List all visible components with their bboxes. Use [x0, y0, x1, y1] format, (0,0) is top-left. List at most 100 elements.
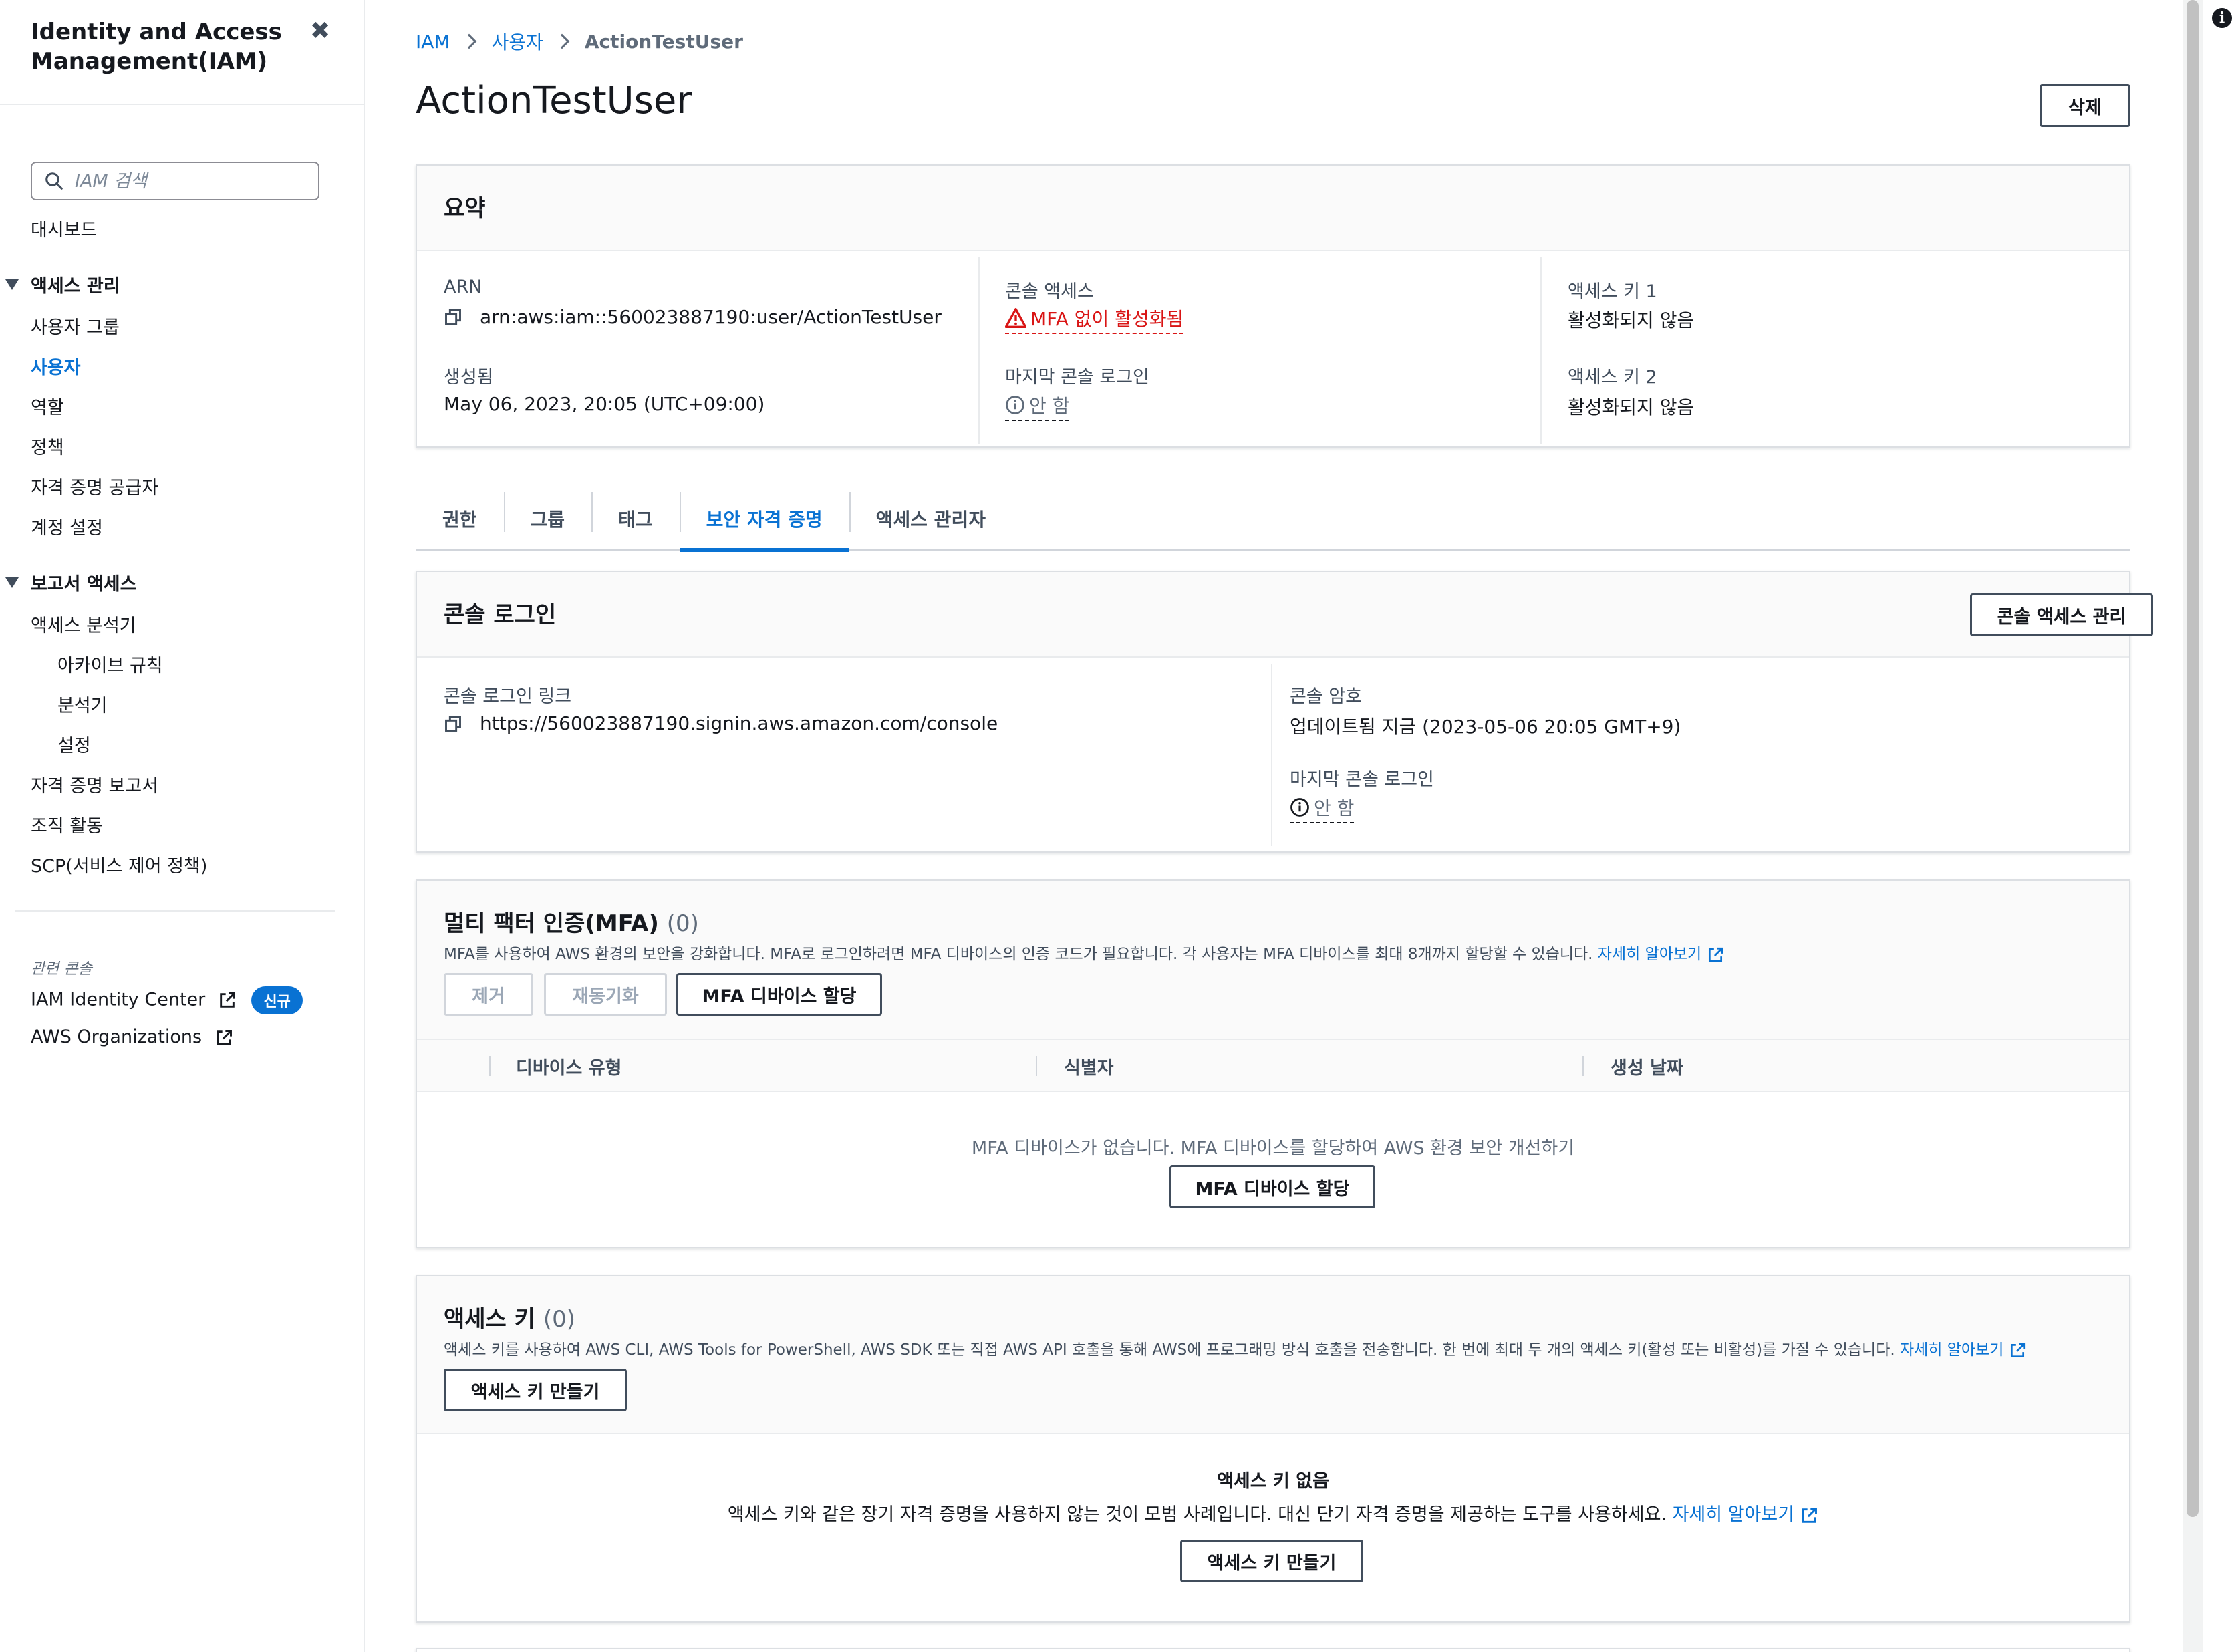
- console-login-title: 콘솔 로그인: [444, 601, 557, 628]
- scrollbar-thumb[interactable]: [2187, 0, 2199, 1517]
- resync-mfa-button[interactable]: 재동기화: [544, 973, 667, 1016]
- column-device-type[interactable]: 디바이스 유형: [516, 1053, 621, 1079]
- sidebar-section-access-management[interactable]: 액세스 관리: [5, 271, 120, 297]
- mfa-description-text: MFA를 사용하여 AWS 환경의 보안을 강화합니다. MFA로 로그인하려면…: [444, 946, 1593, 963]
- sidebar-link-iam-identity-center[interactable]: IAM Identity Center 신규: [31, 986, 303, 1014]
- sidebar-item-archive-rules[interactable]: 아카이브 규칙: [57, 651, 163, 677]
- tab-permissions[interactable]: 권한: [416, 487, 504, 551]
- remove-mfa-button[interactable]: 제거: [444, 973, 533, 1016]
- console-password-label: 콘솔 암호: [1290, 686, 1362, 707]
- console-login-container: 콘솔 로그인 콘솔 액세스 관리 콘솔 로그인 링크 https://56002…: [416, 571, 2153, 853]
- info-icon: [1006, 396, 1024, 414]
- sidebar-item-roles[interactable]: 역할: [31, 393, 64, 419]
- new-badge: 신규: [251, 986, 303, 1014]
- search-icon: [45, 172, 63, 190]
- page-title: ActionTestUser: [416, 79, 692, 122]
- column-created-date[interactable]: 생성 날짜: [1611, 1053, 1683, 1079]
- tab-bar: 권한 그룹 태그 보안 자격 증명 액세스 관리자: [416, 487, 2130, 552]
- access-keys-empty-text-body: 액세스 키와 같은 장기 자격 증명을 사용하지 않는 것이 모범 사례입니다.…: [727, 1504, 1667, 1525]
- sidebar: Identity and Access Management(IAM) ✖ 대시…: [0, 0, 365, 1652]
- mfa-learn-more-link[interactable]: 자세히 알아보기: [1598, 946, 1724, 963]
- access-keys-empty-text: 액세스 키와 같은 장기 자격 증명을 사용하지 않는 것이 모범 사례입니다.…: [417, 1500, 2129, 1526]
- assign-mfa-button[interactable]: MFA 디바이스 할당: [676, 973, 882, 1016]
- external-link-icon: [220, 992, 235, 1008]
- last-login-status[interactable]: 안 함: [1005, 392, 1070, 421]
- summary-header: 요약: [417, 166, 2129, 251]
- console-link-text: https://560023887190.signin.aws.amazon.c…: [480, 712, 998, 734]
- sidebar-item-analyzers[interactable]: 분석기: [57, 691, 108, 717]
- related-consoles-label: 관련 콘솔: [31, 960, 92, 978]
- create-access-key-empty-button[interactable]: 액세스 키 만들기: [1180, 1540, 1363, 1582]
- arn-text: arn:aws:iam::560023887190:user/ActionTes…: [480, 306, 942, 328]
- access-keys-empty-title: 액세스 키 없음: [1217, 1471, 1329, 1492]
- main-content: IAM 사용자 ActionTestUser ActionTestUser 삭제…: [365, 0, 2183, 1652]
- sidebar-link-aws-organizations[interactable]: AWS Organizations: [31, 1026, 233, 1047]
- breadcrumb-iam[interactable]: IAM: [416, 31, 450, 53]
- copy-icon[interactable]: [444, 714, 462, 733]
- external-link-icon: [216, 1029, 232, 1045]
- console-last-login-status[interactable]: 안 함: [1290, 794, 1355, 823]
- sidebar-item-organization-activity[interactable]: 조직 활동: [31, 811, 103, 837]
- console-login-header: 콘솔 로그인 콘솔 액세스 관리: [417, 572, 2153, 658]
- link-label: AWS Organizations: [31, 1026, 202, 1047]
- console-access-status[interactable]: MFA 없이 활성화됨: [1005, 305, 1184, 334]
- sidebar-section-reports[interactable]: 보고서 액세스: [5, 569, 136, 595]
- section-label: 보고서 액세스: [31, 574, 137, 595]
- sidebar-item-access-analyzer[interactable]: 액세스 분석기: [31, 611, 136, 637]
- access-keys-empty-learn-more-link[interactable]: 자세히 알아보기: [1673, 1504, 1818, 1525]
- scrollbar[interactable]: [2183, 0, 2203, 1652]
- console-last-login-value[interactable]: 안 함: [1290, 794, 1355, 823]
- sidebar-item-identity-providers[interactable]: 자격 증명 공급자: [31, 473, 158, 499]
- copy-icon[interactable]: [444, 308, 462, 327]
- console-link-value: https://560023887190.signin.aws.amazon.c…: [438, 712, 998, 734]
- column-divider: [978, 257, 980, 444]
- chevron-right-icon: [461, 33, 476, 49]
- tab-security-credentials[interactable]: 보안 자격 증명: [679, 487, 849, 552]
- mfa-description: MFA를 사용하여 AWS 환경의 보안을 강화합니다. MFA로 로그인하려면…: [444, 941, 1724, 964]
- mfa-header: 멀티 팩터 인증(MFA) (0) MFA를 사용하여 AWS 환경의 보안을 …: [417, 881, 2129, 1039]
- sidebar-item-policies[interactable]: 정책: [31, 433, 64, 459]
- tab-tags[interactable]: 태그: [591, 487, 680, 551]
- section-label: 액세스 관리: [31, 276, 120, 297]
- sidebar-title[interactable]: Identity and Access Management(IAM): [31, 17, 298, 76]
- access-key-1-value: 활성화되지 않음: [1568, 309, 1695, 331]
- console-access-value[interactable]: MFA 없이 활성화됨: [1005, 305, 1184, 334]
- last-login-label: 마지막 콘솔 로그인: [1005, 367, 1149, 388]
- sidebar-item-account-settings[interactable]: 계정 설정: [31, 513, 103, 539]
- caret-down-icon: [5, 577, 19, 588]
- sidebar-search[interactable]: [31, 162, 319, 200]
- column-divider: [1271, 664, 1272, 846]
- manage-console-access-button[interactable]: 콘솔 액세스 관리: [1970, 593, 2153, 636]
- access-key-2-label: 액세스 키 2: [1568, 367, 1657, 388]
- tab-groups[interactable]: 그룹: [503, 487, 592, 551]
- sidebar-item-scp[interactable]: SCP(서비스 제어 정책): [31, 851, 207, 877]
- access-keys-learn-more-link[interactable]: 자세히 알아보기: [1900, 1341, 2026, 1359]
- tab-access-advisor[interactable]: 액세스 관리자: [849, 487, 1012, 551]
- summary-container: 요약 ARN arn:aws:iam::560023887190:user/Ac…: [416, 164, 2130, 448]
- next-container: [416, 1648, 2130, 1652]
- summary-title: 요약: [444, 195, 486, 222]
- sidebar-item-credential-report[interactable]: 자격 증명 보고서: [31, 771, 158, 797]
- column-divider: [1540, 257, 1542, 444]
- column-identifier[interactable]: 식별자: [1064, 1053, 1114, 1079]
- assign-mfa-empty-button[interactable]: MFA 디바이스 할당: [1169, 1165, 1375, 1208]
- delete-button[interactable]: 삭제: [2040, 84, 2130, 127]
- access-keys-description: 액세스 키를 사용하여 AWS CLI, AWS Tools for Power…: [444, 1337, 2026, 1359]
- console-access-label: 콘솔 액세스: [1005, 281, 1094, 302]
- last-login-value[interactable]: 안 함: [1005, 392, 1070, 421]
- arn-value: arn:aws:iam::560023887190:user/ActionTes…: [438, 306, 942, 328]
- create-access-key-button[interactable]: 액세스 키 만들기: [444, 1369, 627, 1411]
- info-icon[interactable]: i: [2212, 8, 2232, 28]
- mfa-empty-text: MFA 디바이스가 없습니다. MFA 디바이스를 할당하여 AWS 환경 보안…: [971, 1138, 1575, 1159]
- breadcrumb-users[interactable]: 사용자: [492, 28, 543, 55]
- sidebar-item-analyzer-settings[interactable]: 설정: [57, 731, 91, 757]
- sidebar-item-users[interactable]: 사용자: [31, 353, 81, 379]
- sidebar-item-dashboard[interactable]: 대시보드: [31, 215, 97, 241]
- console-access-text: MFA 없이 활성화됨: [1030, 308, 1184, 330]
- link-label: 자세히 알아보기: [1672, 1504, 1795, 1525]
- sidebar-item-user-groups[interactable]: 사용자 그룹: [31, 313, 120, 339]
- search-input[interactable]: [75, 170, 295, 192]
- close-icon[interactable]: ✖: [310, 17, 330, 45]
- access-keys-count: (0): [543, 1306, 575, 1333]
- sidebar-divider: [0, 104, 364, 105]
